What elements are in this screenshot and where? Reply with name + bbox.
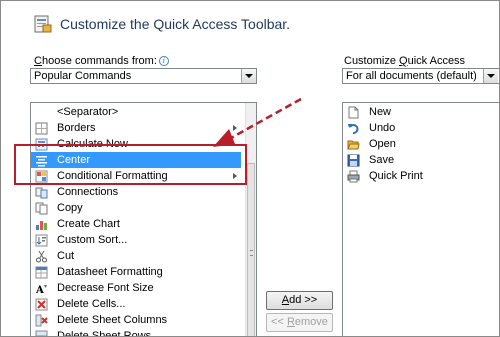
annotation-arrow-icon [213, 97, 302, 147]
options-dialog: Customize the Quick Access Toolbar. Choo… [0, 0, 500, 337]
